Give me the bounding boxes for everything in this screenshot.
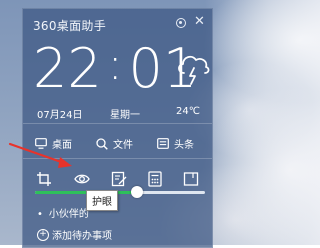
- tooltip-eye-protection: 护眼: [86, 190, 118, 211]
- todo-item-text: 小伙伴的: [48, 209, 89, 220]
- shortcut-label: 文件: [113, 140, 133, 151]
- shortcut-label: 桌面: [52, 140, 72, 151]
- shortcut-desktop[interactable]: 桌面: [35, 136, 72, 151]
- thunderstorm-weather-icon: [178, 55, 210, 85]
- weekday-label: 星期一: [110, 110, 140, 121]
- settings-gear-icon[interactable]: [176, 18, 186, 28]
- bullet-icon: •: [37, 209, 43, 220]
- add-todo-button[interactable]: + 添加待办事项: [37, 227, 112, 242]
- eye-icon[interactable]: [74, 171, 90, 187]
- shortcut-headlines[interactable]: 头条: [157, 136, 194, 151]
- plus-circle-icon: +: [37, 228, 49, 241]
- clock-separator: :: [107, 39, 123, 90]
- digital-clock: 22 : 01: [33, 39, 197, 99]
- newspaper-icon: [157, 138, 169, 149]
- edit-icon[interactable]: [111, 171, 127, 187]
- window-icon[interactable]: [183, 171, 199, 187]
- crop-icon[interactable]: [36, 171, 52, 187]
- divider: [23, 123, 212, 124]
- date-label: 07月24日: [37, 110, 83, 121]
- brightness-slider[interactable]: [35, 186, 205, 198]
- desktop-assistant-widget: 360桌面助手 ✕ 22 : 01 07月24日 星期一 24℃ 桌面 文件 头…: [22, 8, 213, 248]
- slider-handle[interactable]: [131, 186, 143, 198]
- widget-title: 360桌面助手: [33, 19, 107, 33]
- shortcut-files[interactable]: 文件: [96, 136, 133, 151]
- todo-list-item[interactable]: • 小伙伴的: [37, 205, 89, 220]
- clock-hours: 22: [33, 37, 102, 100]
- monitor-icon: [35, 138, 47, 149]
- shortcut-label: 头条: [174, 140, 194, 151]
- close-icon[interactable]: ✕: [194, 14, 205, 29]
- add-todo-label: 添加待办事项: [52, 231, 112, 242]
- search-icon: [96, 137, 108, 150]
- divider: [23, 158, 212, 159]
- temperature-label: 24℃: [176, 106, 200, 117]
- calculator-icon[interactable]: [147, 171, 163, 187]
